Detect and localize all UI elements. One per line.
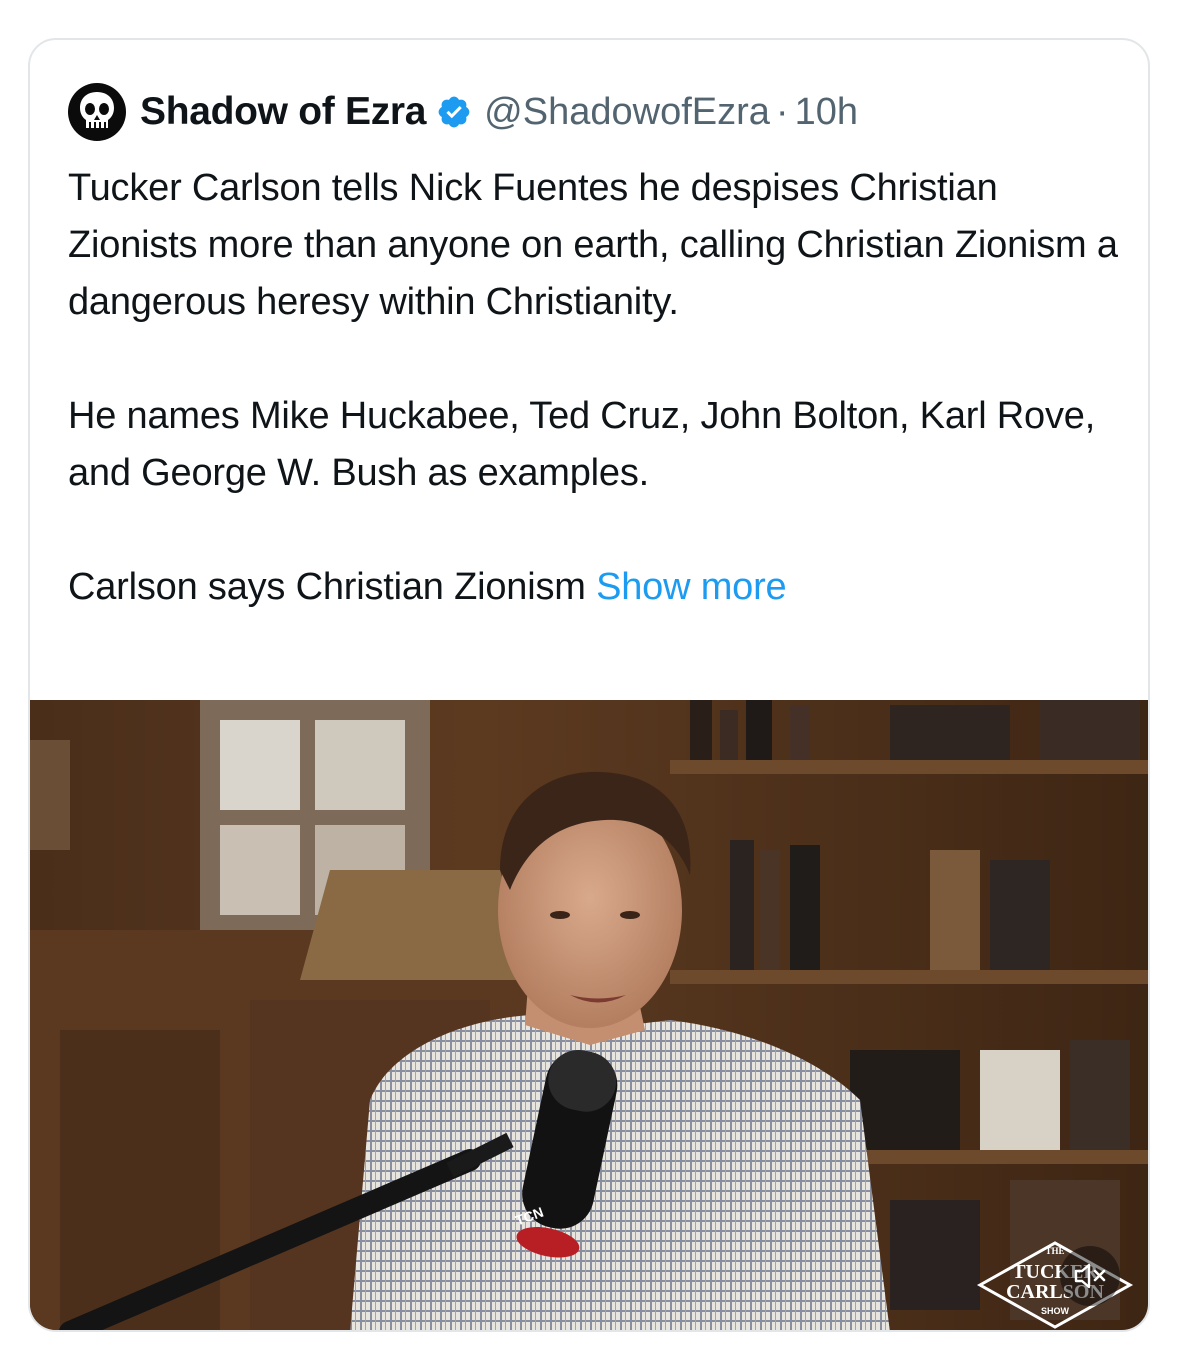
speaker-muted-icon [1074, 1263, 1106, 1289]
tweet-paragraph: Tucker Carlson tells Nick Fuentes he des… [68, 167, 1118, 323]
display-name[interactable]: Shadow of Ezra [140, 90, 426, 134]
video-player[interactable]: TCN THE TUCKER CARLSON SHOW [30, 700, 1148, 1330]
user-handle[interactable]: @ShadowofEzra [484, 91, 770, 134]
mute-toggle-button[interactable] [1060, 1246, 1120, 1306]
separator-dot: · [775, 90, 789, 133]
truncated-text: Carlson says Christian Zionism [68, 566, 586, 608]
watermark-line: SHOW [1041, 1306, 1069, 1316]
show-more-link[interactable]: Show more [596, 566, 787, 608]
tweet-paragraph: He names Mike Huckabee, Ted Cruz, John B… [68, 395, 1096, 494]
watermark-line: THE [1045, 1246, 1065, 1256]
avatar[interactable] [68, 83, 126, 141]
tweet-paragraph-truncated: Carlson says Christian Zionism Show more [68, 559, 1128, 616]
video-frame [30, 700, 1148, 1330]
tweet-text: Tucker Carlson tells Nick Fuentes he des… [68, 160, 1128, 616]
skull-icon [80, 92, 114, 133]
tweet-header: Shadow of Ezra @ShadowofEzra · 10h [68, 83, 858, 141]
tweet-card[interactable]: Shadow of Ezra @ShadowofEzra · 10h Tucke… [28, 38, 1150, 1332]
timestamp[interactable]: 10h [795, 91, 858, 134]
verified-badge-icon [436, 94, 472, 130]
